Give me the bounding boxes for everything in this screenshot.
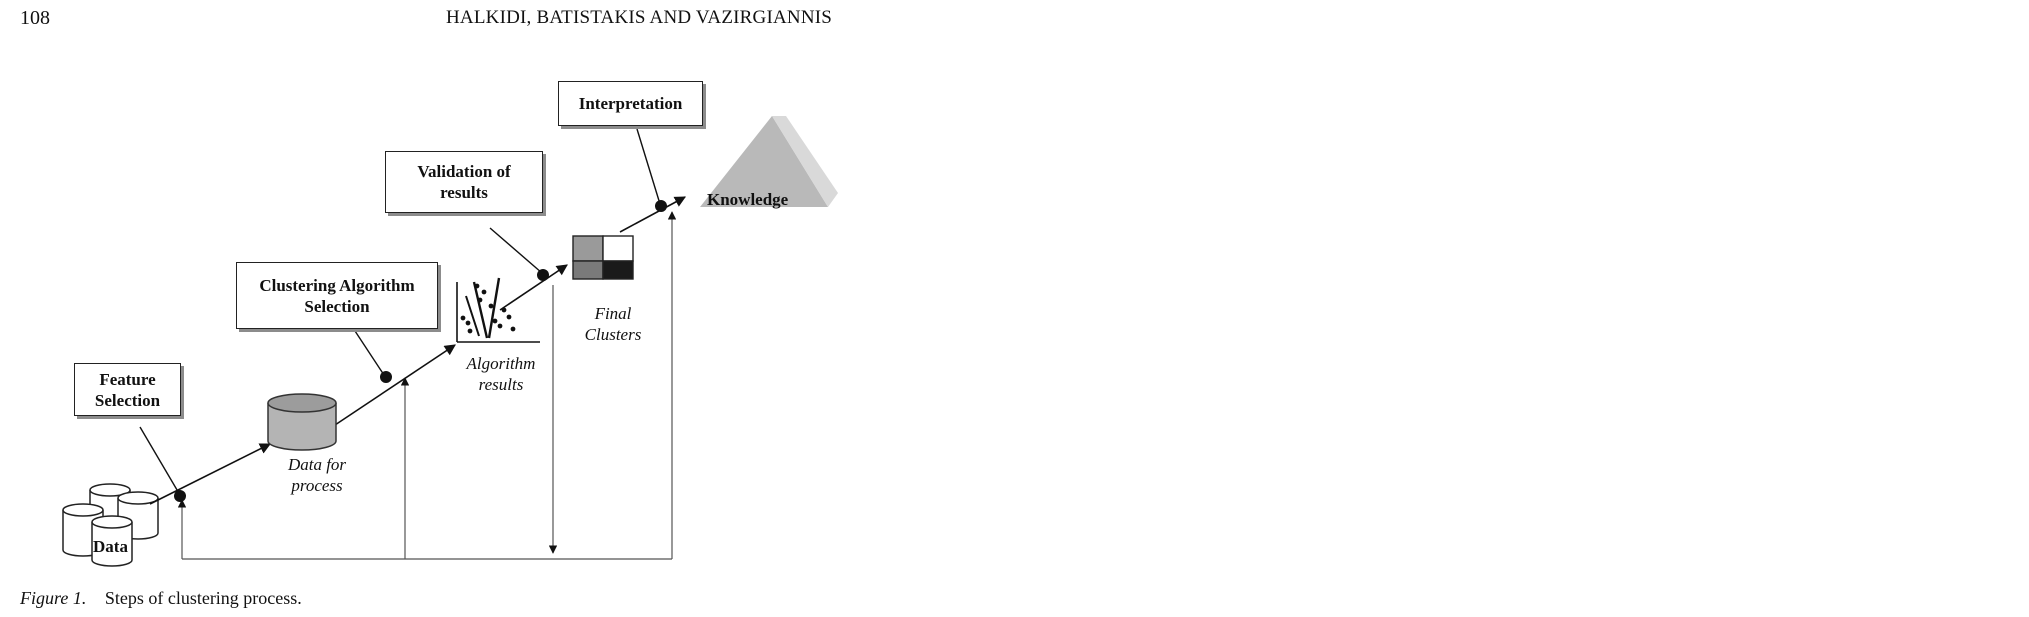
clustering-process-figure: Feature Selection Clustering Algorithm S… [0, 0, 900, 617]
figure-graphics [62, 116, 838, 567]
algorithm-results-label: Algorithm results [466, 354, 536, 394]
interpretation-box: Interpretation [558, 81, 703, 126]
figure-caption: Figure 1. Steps of clustering process. [20, 588, 302, 609]
data-for-process-drum-icon [267, 393, 337, 451]
final-clusters-label: Final Clusters [584, 304, 642, 344]
feature-selection-box: Feature Selection [74, 363, 181, 416]
figure-caption-label: Figure 1. [20, 588, 87, 608]
validation-of-results-box: Validation of results [385, 151, 543, 213]
final-clusters-grid-icon [572, 235, 634, 280]
data-label: Data [93, 537, 128, 556]
figure-caption-text: Steps of clustering process. [104, 588, 302, 608]
data-for-process-label: Data for process [287, 455, 347, 495]
knowledge-label: Knowledge [707, 190, 789, 209]
algorithm-results-plot-icon [456, 277, 540, 343]
clustering-algorithm-selection-box: Clustering Algorithm Selection [236, 262, 438, 329]
